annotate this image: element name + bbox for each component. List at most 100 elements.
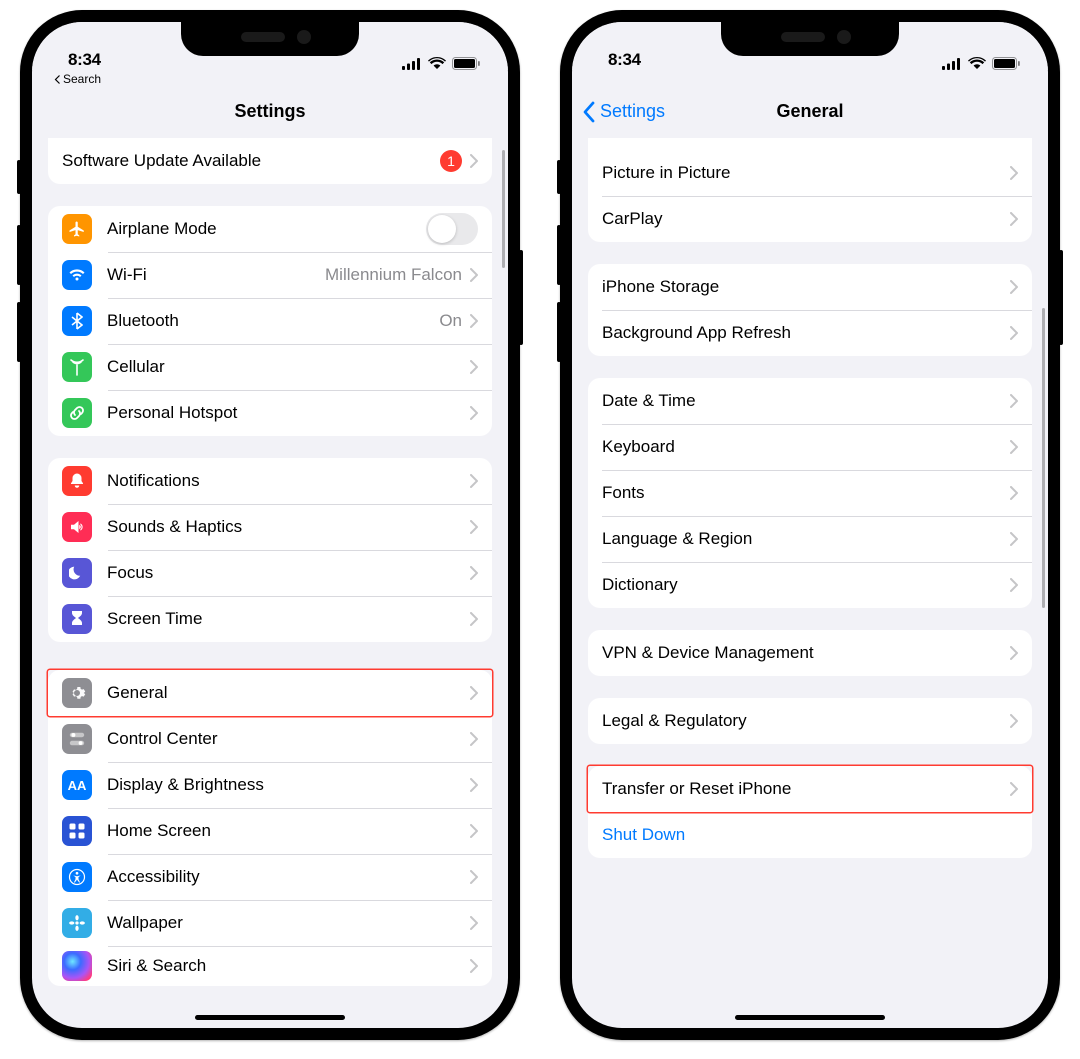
chevron-icon	[1010, 394, 1018, 408]
cellular-icon	[402, 58, 422, 70]
chevron-icon	[1010, 440, 1018, 454]
settings-scroll[interactable]: Software Update Available 1 Airplane Mod…	[32, 138, 508, 1028]
label: General	[107, 683, 470, 703]
label: CarPlay	[602, 209, 1010, 229]
row-language-region[interactable]: Language & Region	[588, 516, 1032, 562]
row-picture-in-picture[interactable]: Picture in Picture	[588, 150, 1032, 196]
group-storage: iPhone Storage Background App Refresh	[588, 264, 1032, 356]
chevron-icon	[470, 778, 478, 792]
label: Legal & Regulatory	[602, 711, 1010, 731]
accessibility-icon	[62, 862, 92, 892]
row-bluetooth[interactable]: Bluetooth On	[48, 298, 492, 344]
group-pip-carplay: Picture in Picture CarPlay	[588, 138, 1032, 242]
group-notifications: Notifications Sounds & Haptics Focus	[48, 458, 492, 642]
switches-icon	[62, 724, 92, 754]
label: Focus	[107, 563, 470, 583]
chevron-icon	[470, 870, 478, 884]
siri-icon	[62, 951, 92, 981]
row-keyboard[interactable]: Keyboard	[588, 424, 1032, 470]
row-sounds-haptics[interactable]: Sounds & Haptics	[48, 504, 492, 550]
label: Display & Brightness	[107, 775, 470, 795]
row-focus[interactable]: Focus	[48, 550, 492, 596]
badge-software-update: 1	[440, 150, 462, 172]
row-airplane-mode[interactable]: Airplane Mode	[48, 206, 492, 252]
chevron-icon	[470, 732, 478, 746]
breadcrumb-back[interactable]: Search	[32, 70, 508, 86]
label: Accessibility	[107, 867, 470, 887]
label: Bluetooth	[107, 311, 439, 331]
label: Screen Time	[107, 609, 470, 629]
row-wifi[interactable]: Wi-Fi Millennium Falcon	[48, 252, 492, 298]
row-notifications[interactable]: Notifications	[48, 458, 492, 504]
label: Wi-Fi	[107, 265, 325, 285]
phone-right: 8:34 . Settings General Picture in Pi	[560, 10, 1060, 1040]
label: Siri & Search	[107, 956, 470, 976]
scroll-indicator[interactable]	[502, 150, 505, 268]
chevron-icon	[1010, 280, 1018, 294]
chevron-icon	[1010, 782, 1018, 796]
status-icons	[402, 57, 480, 70]
group-software-update: Software Update Available 1	[48, 138, 492, 184]
general-scroll[interactable]: Picture in Picture CarPlay iPhone Storag…	[572, 138, 1048, 1028]
row-carplay[interactable]: CarPlay	[588, 196, 1032, 242]
row-iphone-storage[interactable]: iPhone Storage	[588, 264, 1032, 310]
chevron-icon	[1010, 532, 1018, 546]
row-transfer-reset-iphone[interactable]: Transfer or Reset iPhone	[588, 766, 1032, 812]
row-dictionary[interactable]: Dictionary	[588, 562, 1032, 608]
navbar: Settings General	[572, 86, 1048, 138]
chevron-icon	[470, 520, 478, 534]
group-time-lang: Date & Time Keyboard Fonts Language & Re…	[588, 378, 1032, 608]
label: VPN & Device Management	[602, 643, 1010, 663]
row-accessibility[interactable]: Accessibility	[48, 854, 492, 900]
navbar: Settings	[32, 86, 508, 138]
row-vpn-device-management[interactable]: VPN & Device Management	[588, 630, 1032, 676]
row-background-app-refresh[interactable]: Background App Refresh	[588, 310, 1032, 356]
row-date-time[interactable]: Date & Time	[588, 378, 1032, 424]
scroll-indicator[interactable]	[1042, 308, 1045, 608]
wifi-icon	[968, 57, 986, 70]
flower-icon	[62, 908, 92, 938]
home-indicator[interactable]	[735, 1015, 885, 1020]
chevron-icon	[1010, 166, 1018, 180]
chevron-icon	[470, 406, 478, 420]
nav-back-button[interactable]: Settings	[582, 86, 665, 137]
row-screen-time[interactable]: Screen Time	[48, 596, 492, 642]
row-general[interactable]: General	[48, 670, 492, 716]
speaker-icon	[62, 512, 92, 542]
label: Transfer or Reset iPhone	[602, 779, 1010, 799]
cellular-icon	[942, 58, 962, 70]
row-personal-hotspot[interactable]: Personal Hotspot	[48, 390, 492, 436]
label: iPhone Storage	[602, 277, 1010, 297]
label: Wallpaper	[107, 913, 470, 933]
chevron-icon	[470, 959, 478, 973]
row-wallpaper[interactable]: Wallpaper	[48, 900, 492, 946]
label: Language & Region	[602, 529, 1010, 549]
row-home-screen[interactable]: Home Screen	[48, 808, 492, 854]
chevron-icon	[470, 268, 478, 282]
label-software-update: Software Update Available	[62, 151, 440, 171]
group-device: General Control Center AA Display & Brig…	[48, 670, 492, 986]
row-software-update[interactable]: Software Update Available 1	[48, 138, 492, 184]
airplane-toggle[interactable]	[426, 213, 478, 245]
row-legal-regulatory[interactable]: Legal & Regulatory	[588, 698, 1032, 744]
chevron-icon	[470, 686, 478, 700]
row-display-brightness[interactable]: AA Display & Brightness	[48, 762, 492, 808]
label: Home Screen	[107, 821, 470, 841]
group-vpn: VPN & Device Management	[588, 630, 1032, 676]
label: Personal Hotspot	[107, 403, 470, 423]
row-cellular[interactable]: Cellular	[48, 344, 492, 390]
label: Keyboard	[602, 437, 1010, 457]
chevron-icon	[1010, 212, 1018, 226]
home-indicator[interactable]	[195, 1015, 345, 1020]
label: Background App Refresh	[602, 323, 1010, 343]
moon-icon	[62, 558, 92, 588]
chevron-icon	[470, 824, 478, 838]
row-control-center[interactable]: Control Center	[48, 716, 492, 762]
row-shut-down[interactable]: Shut Down	[588, 812, 1032, 858]
row-siri-search[interactable]: Siri & Search	[48, 946, 492, 986]
nav-title: Settings	[234, 101, 305, 122]
chevron-icon	[470, 566, 478, 580]
wifi-icon	[428, 57, 446, 70]
row-fonts[interactable]: Fonts	[588, 470, 1032, 516]
chevron-icon	[470, 314, 478, 328]
